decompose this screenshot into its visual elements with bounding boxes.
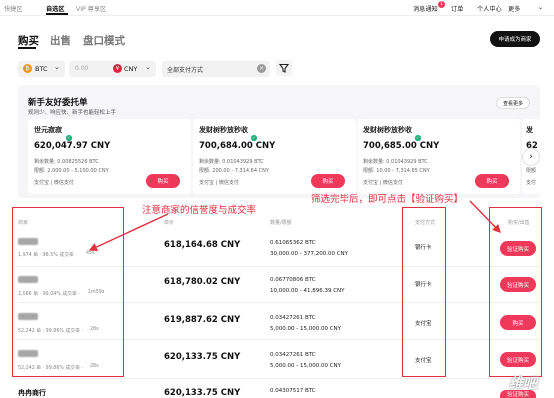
arrow-to-merchant — [88, 213, 169, 251]
annotation-arrows — [88, 200, 501, 251]
arrow-to-verify-button — [469, 200, 501, 234]
watermark: 维吧 — [509, 376, 537, 392]
